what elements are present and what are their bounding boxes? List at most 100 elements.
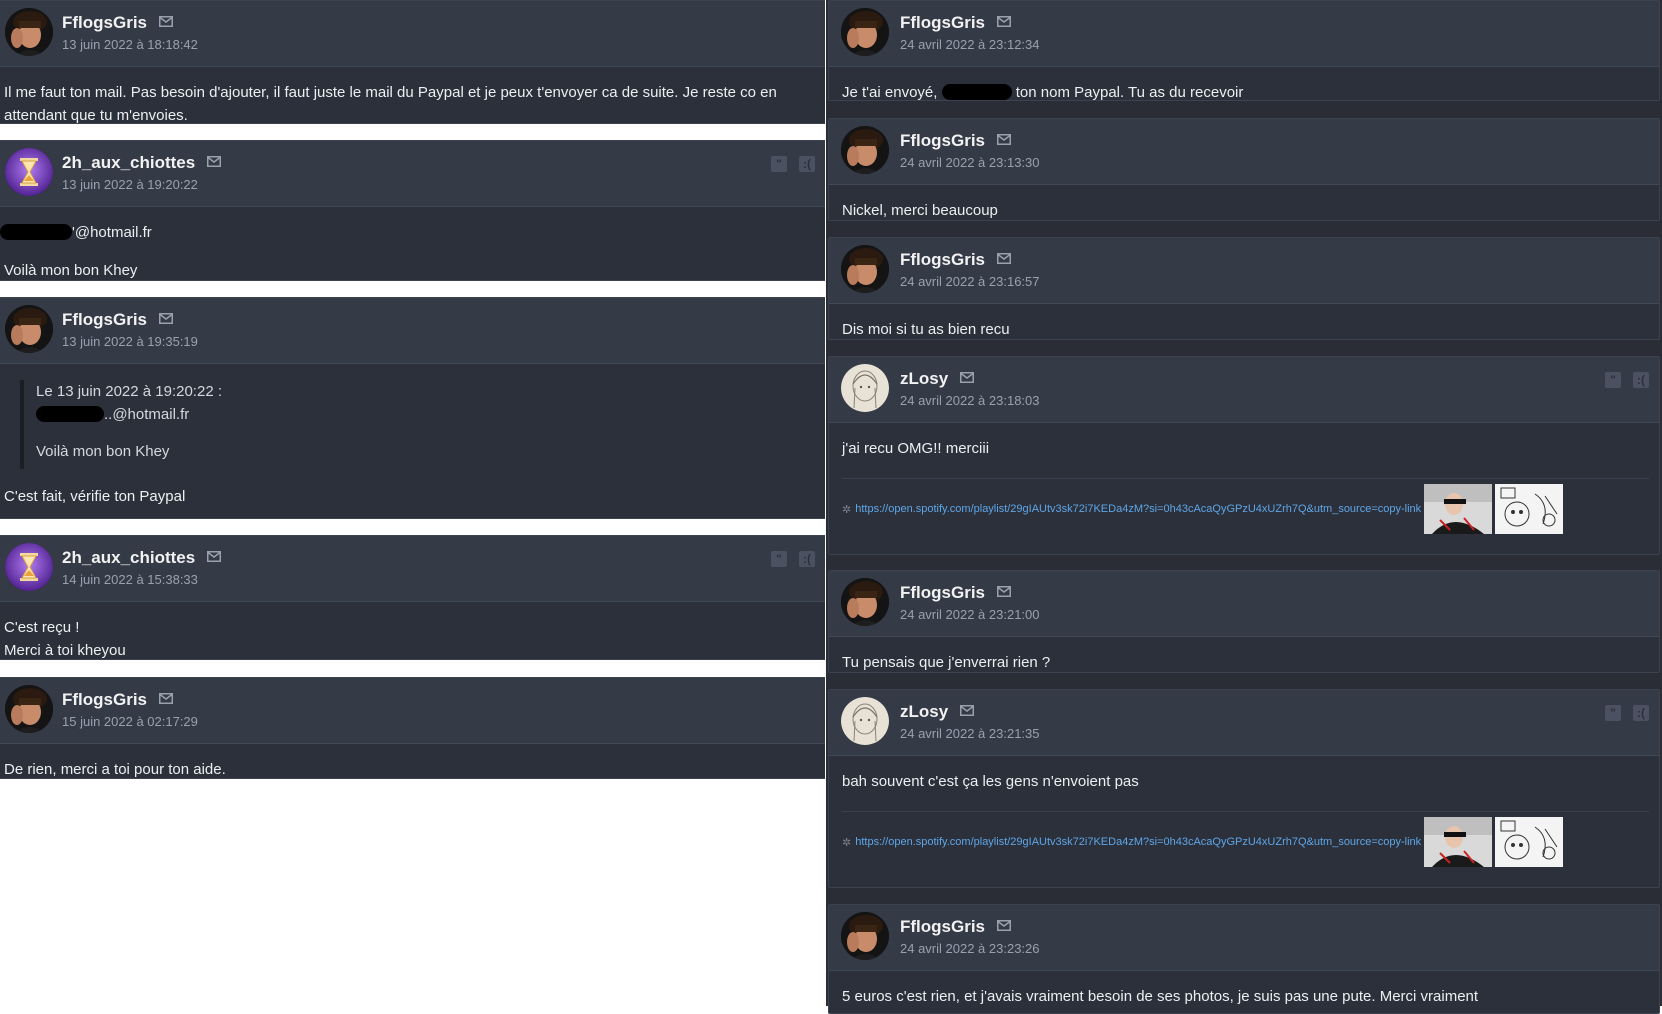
report-icon[interactable]: :( xyxy=(1633,372,1649,388)
mail-icon[interactable] xyxy=(159,313,174,324)
message-text: Je t'ai envoyé, ton nom Paypal. Tu as du… xyxy=(842,84,1244,101)
avatar[interactable] xyxy=(841,8,889,56)
username[interactable]: FflogsGris xyxy=(900,250,1012,270)
post-date[interactable]: 24 avril 2022 à 23:16:57 xyxy=(900,274,1040,289)
message-text: Tu pensais que j'enverrai rien ? xyxy=(842,654,1051,671)
post-actions: " :( xyxy=(1593,371,1649,389)
username[interactable]: FflogsGris xyxy=(62,13,174,33)
forum-post: FflogsGris 24 avril 2022 à 23:13:30 Nick… xyxy=(828,118,1660,221)
mail-icon[interactable] xyxy=(997,586,1012,597)
avatar[interactable] xyxy=(841,578,889,626)
signature: ✲ https://open.spotify.com/playlist/29gI… xyxy=(842,816,1564,868)
post-header: 2h_aux_chiottes 13 juin 2022 à 19:20:22 … xyxy=(0,141,825,207)
post-body: Nickel, merci beaucoup xyxy=(842,199,1649,222)
post-header: FflogsGris 24 avril 2022 à 23:16:57 xyxy=(829,238,1659,304)
post-actions: " :( xyxy=(759,550,815,568)
message-text: C'est fait, vérifie ton Paypal xyxy=(4,488,186,505)
avatar[interactable] xyxy=(5,148,53,196)
post-body: j'ai recu OMG!! merciii xyxy=(842,437,1649,480)
username[interactable]: FflogsGris xyxy=(900,583,1012,603)
post-date[interactable]: 24 avril 2022 à 23:21:00 xyxy=(900,607,1040,622)
quote-icon[interactable]: " xyxy=(771,551,787,567)
post-header: FflogsGris 24 avril 2022 à 23:12:34 xyxy=(829,1,1659,67)
post-date[interactable]: 24 avril 2022 à 23:18:03 xyxy=(900,393,1040,408)
mail-icon[interactable] xyxy=(159,693,174,704)
username[interactable]: FflogsGris xyxy=(62,310,174,330)
spotify-star-icon: ✲ xyxy=(842,503,852,516)
avatar[interactable] xyxy=(5,8,53,56)
mail-icon[interactable] xyxy=(207,156,222,167)
quote-text: ..@hotmail.fr xyxy=(36,403,815,426)
username[interactable]: FflogsGris xyxy=(62,690,174,710)
username[interactable]: 2h_aux_chiottes xyxy=(62,153,222,173)
redaction-mark xyxy=(36,406,104,422)
username[interactable]: zLosy xyxy=(900,369,975,389)
username[interactable]: FflogsGris xyxy=(900,131,1012,151)
post-date[interactable]: 13 juin 2022 à 19:35:19 xyxy=(62,334,198,349)
post-date[interactable]: 15 juin 2022 à 02:17:29 xyxy=(62,714,198,729)
spotify-star-icon: ✲ xyxy=(842,836,852,849)
playlist-link[interactable]: https://open.spotify.com/playlist/29gIAU… xyxy=(855,503,1421,515)
avatar[interactable] xyxy=(5,685,53,733)
mail-icon[interactable] xyxy=(997,16,1012,27)
post-date[interactable]: 24 avril 2022 à 23:23:26 xyxy=(900,941,1040,956)
avatar[interactable] xyxy=(841,364,889,412)
redaction-mark xyxy=(941,84,1012,100)
avatar[interactable] xyxy=(5,305,53,353)
photo-thumbnail[interactable] xyxy=(1424,817,1493,867)
quote-header: Le 13 juin 2022 à 19:20:22 : xyxy=(36,383,222,400)
username[interactable]: FflogsGris xyxy=(900,917,1012,937)
message-text: Nickel, merci beaucoup xyxy=(842,202,998,219)
report-icon[interactable]: :( xyxy=(1633,705,1649,721)
quote-icon[interactable]: " xyxy=(1605,372,1621,388)
post-header: FflogsGris 24 avril 2022 à 23:21:00 xyxy=(829,571,1659,637)
report-icon[interactable]: :( xyxy=(799,551,815,567)
avatar[interactable] xyxy=(841,697,889,745)
post-body: Tu pensais que j'enverrai rien ? xyxy=(842,651,1649,674)
username[interactable]: FflogsGris xyxy=(900,13,1012,33)
report-icon[interactable]: :( xyxy=(799,156,815,172)
username[interactable]: 2h_aux_chiottes xyxy=(62,548,222,568)
mail-icon[interactable] xyxy=(997,134,1012,145)
photo-thumbnail[interactable] xyxy=(1424,484,1493,534)
signature-divider xyxy=(842,811,1649,813)
redaction-mark xyxy=(0,224,72,240)
sketch-thumbnail[interactable] xyxy=(1495,484,1564,534)
mail-icon[interactable] xyxy=(159,16,174,27)
mail-icon[interactable] xyxy=(960,705,975,716)
forum-post: FflogsGris 24 avril 2022 à 23:16:57 Dis … xyxy=(828,237,1660,340)
avatar[interactable] xyxy=(5,543,53,591)
message-text: j'ai recu OMG!! merciii xyxy=(842,440,990,457)
quote-icon[interactable]: " xyxy=(771,156,787,172)
post-date[interactable]: 24 avril 2022 à 23:13:30 xyxy=(900,155,1040,170)
mail-icon[interactable] xyxy=(207,551,222,562)
forum-post: zLosy 24 avril 2022 à 23:18:03 " :( j'ai … xyxy=(828,356,1660,555)
playlist-link[interactable]: https://open.spotify.com/playlist/29gIAU… xyxy=(855,836,1421,848)
avatar[interactable] xyxy=(841,126,889,174)
post-date[interactable]: 13 juin 2022 à 19:20:22 xyxy=(62,177,198,192)
post-body: Le 13 juin 2022 à 19:20:22 : ..@hotmail.… xyxy=(4,368,815,508)
forum-post: FflogsGris 13 juin 2022 à 19:35:19 Le 13… xyxy=(0,297,825,519)
post-date[interactable]: 13 juin 2022 à 18:18:42 xyxy=(62,37,198,52)
avatar[interactable] xyxy=(841,912,889,960)
right-screenshot: FflogsGris 24 avril 2022 à 23:12:34 Je t… xyxy=(826,0,1662,1014)
forum-post: zLosy 24 avril 2022 à 23:21:35 ":( bah s… xyxy=(828,689,1660,888)
post-date[interactable]: 14 juin 2022 à 15:38:33 xyxy=(62,572,198,587)
post-header: FflogsGris 15 juin 2022 à 02:17:29 xyxy=(0,678,825,744)
message-text: 5 euros c'est rien, et j'avais vraiment … xyxy=(842,988,1479,1005)
username[interactable]: zLosy xyxy=(900,702,975,722)
quote-text: Voilà mon bon Khey xyxy=(36,443,170,460)
message-text: De rien, merci a toi pour ton aide. xyxy=(4,761,226,778)
mail-icon[interactable] xyxy=(960,372,975,383)
post-date[interactable]: 24 avril 2022 à 23:12:34 xyxy=(900,37,1040,52)
forum-post: FflogsGris 15 juin 2022 à 02:17:29 De ri… xyxy=(0,677,825,779)
sketch-thumbnail[interactable] xyxy=(1495,817,1564,867)
quote-icon[interactable]: " xyxy=(1605,705,1621,721)
message-text: '@hotmail.fr xyxy=(0,221,815,244)
post-header: FflogsGris 24 avril 2022 à 23:13:30 xyxy=(829,119,1659,185)
mail-icon[interactable] xyxy=(997,920,1012,931)
avatar[interactable] xyxy=(841,245,889,293)
quote-block: Le 13 juin 2022 à 19:20:22 : ..@hotmail.… xyxy=(20,380,815,469)
mail-icon[interactable] xyxy=(997,253,1012,264)
post-date[interactable]: 24 avril 2022 à 23:21:35 xyxy=(900,726,1040,741)
